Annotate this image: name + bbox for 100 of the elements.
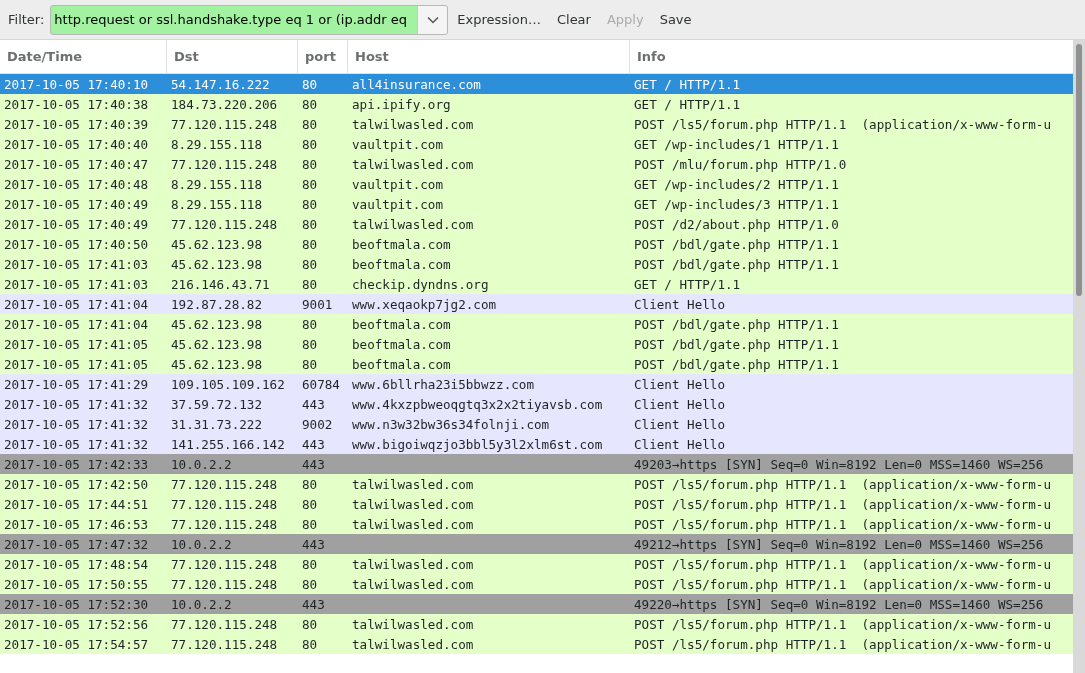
table-cell-text: talwilwasled.com xyxy=(351,216,475,232)
table-cell-text: Client Hello xyxy=(633,416,726,432)
scrollbar[interactable] xyxy=(1073,40,1085,673)
column-header[interactable]: Date/Time xyxy=(0,40,167,73)
packet-row[interactable]: 2017-10-05 17:40:40 8.29.155.118 80 vaultpit.com GET /wp-includes/1 HTTP/1.1 xyxy=(0,134,1073,154)
table-cell-text: 77.120.115.248 xyxy=(170,616,279,632)
column-header[interactable]: Info xyxy=(630,40,1073,73)
table-cell-text: beoftmala.com xyxy=(351,256,452,272)
table-cell-text: 109.105.109.162 xyxy=(170,376,286,392)
table-cell-text: www.bigoiwqzjo3bbl5y3l2xlm6st.com xyxy=(351,436,604,452)
packet-row[interactable]: 2017-10-05 17:40:10 54.147.16.222 80 all4insurance.com GET / HTTP/1.1 xyxy=(0,74,1073,94)
toolbar-button[interactable]: Expression… xyxy=(450,8,548,31)
table-cell-text: 49203→https [SYN] Seq=0 Win=8192 Len=0 MSS=1460 WS=256 xyxy=(633,456,1045,472)
table-cell-text: 192.87.28.82 xyxy=(170,296,263,312)
table-cell-text: 80 xyxy=(301,96,319,112)
filter-field[interactable]: http.request or ssl.handshake.type eq 1 or (ip.addr eq xyxy=(50,4,449,35)
table-cell-text: 80 xyxy=(301,236,319,252)
packet-row[interactable]: 2017-10-05 17:44:51 77.120.115.248 80 talwilwasled.com POST /ls5/forum.php HTTP/1.1 (application/x-www-form-u xyxy=(0,494,1073,514)
table-cell-text: talwilwasled.com xyxy=(351,496,475,512)
table-cell-text: 9001 xyxy=(301,296,334,312)
packet-row[interactable]: 2017-10-05 17:52:30 10.0.2.2 443 49220→https [SYN] Seq=0 Win=8192 Len=0 MSS=1460 WS=256 xyxy=(0,594,1073,614)
table-cell-text: 80 xyxy=(301,176,319,192)
table-cell-text: 2017-10-05 17:40:39 xyxy=(3,116,150,132)
table-cell-text: 443 xyxy=(301,396,326,412)
table-cell-text: api.ipify.org xyxy=(351,96,452,112)
scrollbar-thumb[interactable] xyxy=(1076,44,1082,296)
packet-row[interactable]: 2017-10-05 17:54:57 77.120.115.248 80 talwilwasled.com POST /ls5/forum.php HTTP/1.1 (application/x-www-form-u xyxy=(0,634,1073,654)
dropdown-button[interactable] xyxy=(417,5,448,34)
table-cell-text: 60784 xyxy=(301,376,341,392)
column-header[interactable]: Dst xyxy=(167,40,298,73)
packet-row[interactable]: 2017-10-05 17:46:53 77.120.115.248 80 talwilwasled.com POST /ls5/forum.php HTTP/1.1 (application/x-www-form-u xyxy=(0,514,1073,534)
table-cell-text: www.xeqaokp7jg2.com xyxy=(351,296,498,312)
packet-row[interactable]: 2017-10-05 17:40:50 45.62.123.98 80 beoftmala.com POST /bdl/gate.php HTTP/1.1 xyxy=(0,234,1073,254)
table-cell-text: 2017-10-05 17:40:50 xyxy=(3,236,150,252)
packet-row[interactable]: 2017-10-05 17:40:49 77.120.115.248 80 talwilwasled.com POST /d2/about.php HTTP/1.0 xyxy=(0,214,1073,234)
table-cell-text: vaultpit.com xyxy=(351,196,444,212)
packet-row[interactable]: 2017-10-05 17:47:32 10.0.2.2 443 49212→https [SYN] Seq=0 Win=8192 Len=0 MSS=1460 WS=256 xyxy=(0,534,1073,554)
table-cell-text: POST /ls5/forum.php HTTP/1.1 (application/x-www-form-u xyxy=(633,636,1052,652)
table-cell-text: POST /ls5/forum.php HTTP/1.1 (application/x-www-form-u xyxy=(633,576,1052,592)
table-cell-text: 2017-10-05 17:50:55 xyxy=(3,576,150,592)
table-cell-text: 2017-10-05 17:41:29 xyxy=(3,376,150,392)
packet-row[interactable]: 2017-10-05 17:41:29 109.105.109.162 60784 www.6bllrha23i5bbwzz.com Client Hello xyxy=(0,374,1073,394)
table-cell-text: GET / HTTP/1.1 xyxy=(633,96,742,112)
table-cell-text: beoftmala.com xyxy=(351,356,452,372)
table-cell-text: 2017-10-05 17:41:32 xyxy=(3,436,150,452)
table-cell-text: 2017-10-05 17:48:54 xyxy=(3,556,150,572)
table-cell-text: 45.62.123.98 xyxy=(170,256,263,272)
table-cell-text: 37.59.72.132 xyxy=(170,396,263,412)
packet-row[interactable]: 2017-10-05 17:41:32 37.59.72.132 443 www.4kxzpbweoqgtq3x2x2tiyavsb.com Client Hello xyxy=(0,394,1073,414)
table-cell-text: talwilwasled.com xyxy=(351,116,475,132)
packet-row[interactable]: 2017-10-05 17:40:49 8.29.155.118 80 vaultpit.com GET /wp-includes/3 HTTP/1.1 xyxy=(0,194,1073,214)
table-cell-text: talwilwasled.com xyxy=(351,516,475,532)
table-cell-text: 2017-10-05 17:41:05 xyxy=(3,356,150,372)
table-cell-text: 45.62.123.98 xyxy=(170,336,263,352)
table-cell-text: vaultpit.com xyxy=(351,176,444,192)
packet-row[interactable]: 2017-10-05 17:52:56 77.120.115.248 80 talwilwasled.com POST /ls5/forum.php HTTP/1.1 (application/x-www-form-u xyxy=(0,614,1073,634)
table-cell-text: POST /ls5/forum.php HTTP/1.1 (application/x-www-form-u xyxy=(633,616,1052,632)
packet-row[interactable]: 2017-10-05 17:50:55 77.120.115.248 80 talwilwasled.com POST /ls5/forum.php HTTP/1.1 (application/x-www-form-u xyxy=(0,574,1073,594)
packet-row[interactable]: 2017-10-05 17:42:50 77.120.115.248 80 talwilwasled.com POST /ls5/forum.php HTTP/1.1 (application/x-www-form-u xyxy=(0,474,1073,494)
packet-row[interactable]: 2017-10-05 17:41:04 45.62.123.98 80 beoftmala.com POST /bdl/gate.php HTTP/1.1 xyxy=(0,314,1073,334)
table-cell-text: 54.147.16.222 xyxy=(170,76,271,92)
table-cell-text: 443 xyxy=(301,596,326,612)
table-cell-text: 45.62.123.98 xyxy=(170,236,263,252)
column-header[interactable]: port xyxy=(298,40,348,73)
table-cell-text: 49220→https [SYN] Seq=0 Win=8192 Len=0 MSS=1460 WS=256 xyxy=(633,596,1045,612)
packet-row[interactable]: 2017-10-05 17:40:47 77.120.115.248 80 talwilwasled.com POST /mlu/forum.php HTTP/1.0 xyxy=(0,154,1073,174)
table-cell-text: POST /bdl/gate.php HTTP/1.1 xyxy=(633,356,840,372)
packet-row[interactable]: 2017-10-05 17:40:39 77.120.115.248 80 talwilwasled.com POST /ls5/forum.php HTTP/1.1 (application/x-www-form-u xyxy=(0,114,1073,134)
table-cell-text: vaultpit.com xyxy=(351,136,444,152)
table-cell-text: 2017-10-05 17:41:03 xyxy=(3,276,150,292)
packet-row[interactable]: 2017-10-05 17:41:03 216.146.43.71 80 checkip.dyndns.org GET / HTTP/1.1 xyxy=(0,274,1073,294)
table-cell-text: 77.120.115.248 xyxy=(170,476,279,492)
packet-row[interactable]: 2017-10-05 17:48:54 77.120.115.248 80 talwilwasled.com POST /ls5/forum.php HTTP/1.1 (application/x-www-form-u xyxy=(0,554,1073,574)
table-cell-text: 443 xyxy=(301,436,326,452)
packet-row[interactable]: 2017-10-05 17:41:32 31.31.73.222 9002 www.n3w32bw36s34folnji.com Client Hello xyxy=(0,414,1073,434)
table-cell-text: 77.120.115.248 xyxy=(170,516,279,532)
toolbar-button[interactable]: Clear xyxy=(549,8,598,31)
table-cell-text: 2017-10-05 17:40:49 xyxy=(3,216,150,232)
table-cell-text: www.n3w32bw36s34folnji.com xyxy=(351,416,551,432)
packet-row[interactable]: 2017-10-05 17:41:04 192.87.28.82 9001 www.xeqaokp7jg2.com Client Hello xyxy=(0,294,1073,314)
table-cell-text: POST /ls5/forum.php HTTP/1.1 (application/x-www-form-u xyxy=(633,476,1052,492)
table-cell-text: 45.62.123.98 xyxy=(170,356,263,372)
table-cell-text: 2017-10-05 17:41:04 xyxy=(3,296,150,312)
table-cell-text: 80 xyxy=(301,556,319,572)
packet-row[interactable]: 2017-10-05 17:41:05 45.62.123.98 80 beoftmala.com POST /bdl/gate.php HTTP/1.1 xyxy=(0,334,1073,354)
table-cell-text: beoftmala.com xyxy=(351,236,452,252)
table-cell-text: 216.146.43.71 xyxy=(170,276,271,292)
packet-row[interactable]: 2017-10-05 17:41:05 45.62.123.98 80 beoftmala.com POST /bdl/gate.php HTTP/1.1 xyxy=(0,354,1073,374)
table-cell-text: 80 xyxy=(301,576,319,592)
packet-row[interactable]: 2017-10-05 17:40:48 8.29.155.118 80 vaultpit.com GET /wp-includes/2 HTTP/1.1 xyxy=(0,174,1073,194)
packet-row[interactable]: 2017-10-05 17:40:38 184.73.220.206 80 api.ipify.org GET / HTTP/1.1 xyxy=(0,94,1073,114)
table-cell-text: 31.31.73.222 xyxy=(170,416,263,432)
toolbar-button[interactable]: Save xyxy=(652,8,699,31)
table-cell-text: POST /bdl/gate.php HTTP/1.1 xyxy=(633,316,840,332)
packet-row[interactable]: 2017-10-05 17:42:33 10.0.2.2 443 49203→https [SYN] Seq=0 Win=8192 Len=0 MSS=1460 WS=256 xyxy=(0,454,1073,474)
table-cell-text: 2017-10-05 17:42:50 xyxy=(3,476,150,492)
packet-row[interactable]: 2017-10-05 17:41:03 45.62.123.98 80 beoftmala.com POST /bdl/gate.php HTTP/1.1 xyxy=(0,254,1073,274)
packet-row[interactable]: 2017-10-05 17:41:32 141.255.166.142 443 www.bigoiwqzjo3bbl5y3l2xlm6st.com Client Hello xyxy=(0,434,1073,454)
column-header[interactable]: Host xyxy=(348,40,630,73)
table-cell-text: 77.120.115.248 xyxy=(170,576,279,592)
